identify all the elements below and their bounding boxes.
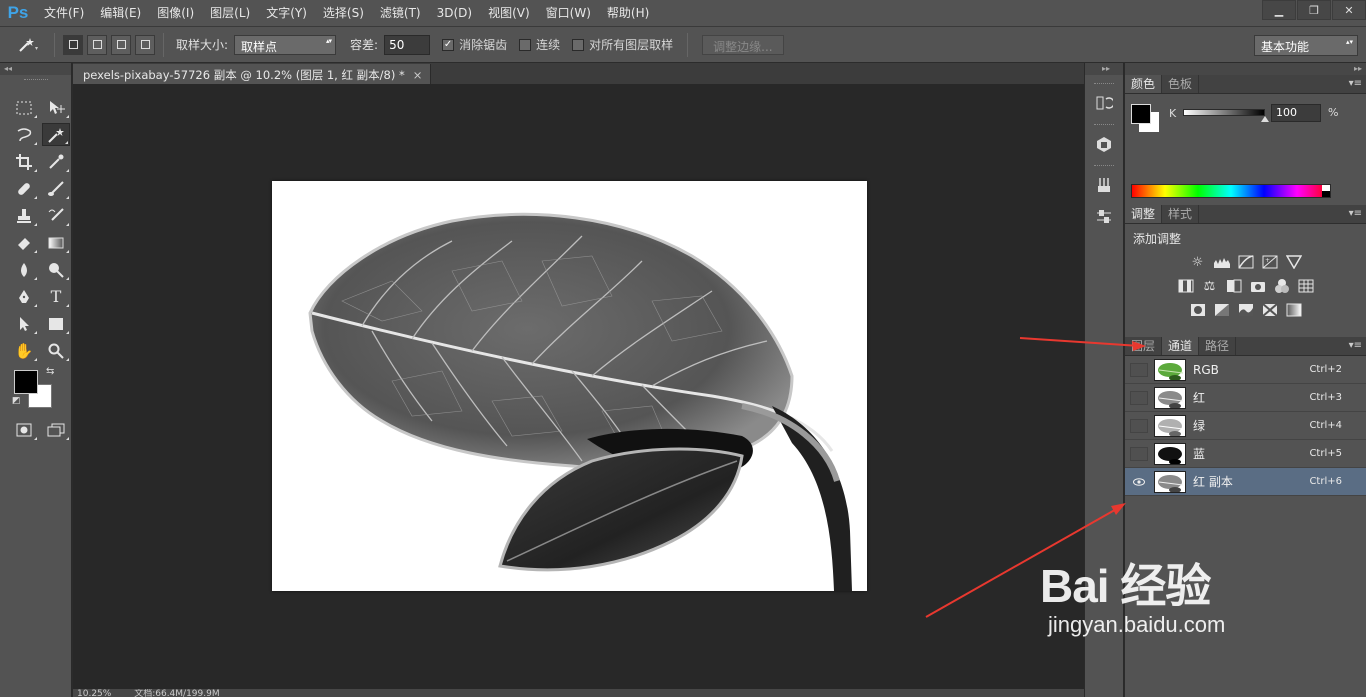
arrow-to-red-copy-channel <box>925 506 1121 618</box>
foreground-color-swatch[interactable] <box>14 370 38 394</box>
arrowhead-icon <box>1111 503 1126 515</box>
panel-foreground-swatch[interactable] <box>1131 104 1151 124</box>
arrowhead-icon <box>1132 341 1146 351</box>
annotation-arrows <box>925 337 1146 618</box>
arrow-to-channels-tab <box>1019 337 1141 347</box>
